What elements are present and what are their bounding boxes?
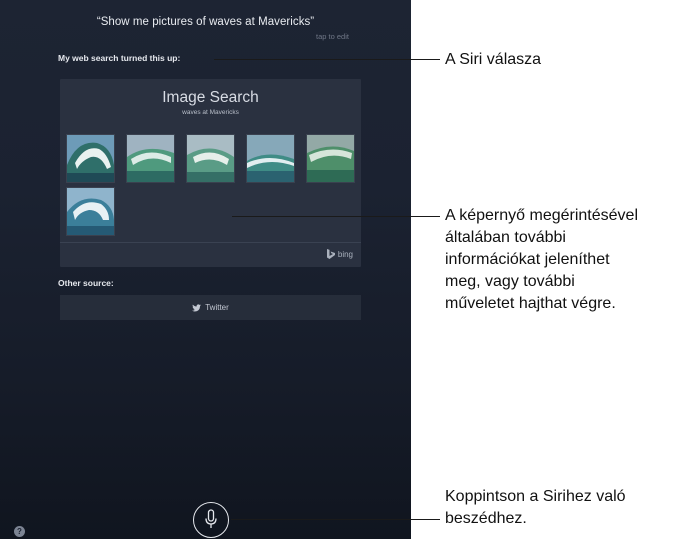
callout-line-text: beszédhez. [445,510,527,527]
other-source-heading: Other source: [58,278,114,288]
callout-line-text: műveletet hajthat végre. [445,295,616,312]
image-search-subtitle: waves at Mavericks [182,109,239,116]
siri-microphone-button[interactable] [193,502,229,538]
callout-line-text: A képernyő megérintésével [445,207,638,224]
image-search-card[interactable]: Image Search waves at Mavericks bing [60,79,361,267]
bing-attribution[interactable]: bing [326,249,353,259]
microphone-icon [205,509,217,528]
web-search-heading: My web search turned this up: [58,53,181,63]
siri-query[interactable]: “Show me pictures of waves at Mavericks” [0,16,411,28]
callout-line-text: Koppintson a Sirihez való [445,488,626,505]
wave-thumbnail[interactable] [67,188,114,235]
callout-tap-screen: A képernyő megérintésével általában tová… [445,205,638,315]
twitter-label: Twitter [205,303,229,312]
callout-line-text: általában további [445,229,566,246]
tap-to-edit-hint[interactable]: tap to edit [316,32,349,41]
bing-logo-icon [326,249,335,259]
callout-line-mic [231,519,440,520]
wave-thumbnail[interactable] [187,135,234,182]
callout-line-text: meg, vagy további [445,273,575,290]
callout-tap-to-speak: Koppintson a Sirihez való beszédhez. [445,486,626,530]
bing-label: bing [337,249,353,259]
callout-siri-response: A Siri válasza [445,49,541,71]
callout-line-text: információkat jeleníthet [445,251,610,268]
callout-line-text: A Siri válasza [445,51,542,68]
wave-thumbnail[interactable] [127,135,174,182]
callout-line-response [214,59,440,60]
wave-thumbnail[interactable] [307,135,354,182]
card-divider [60,242,361,243]
siri-screen: “Show me pictures of waves at Mavericks”… [0,0,411,539]
callout-line-tap-screen [232,216,440,217]
wave-thumbnail[interactable] [67,135,114,182]
help-button[interactable]: ? [14,526,25,537]
twitter-bird-icon [192,303,202,311]
twitter-button[interactable]: Twitter [60,295,361,320]
image-search-title: Image Search [162,89,259,106]
wave-thumbnail[interactable] [247,135,294,182]
